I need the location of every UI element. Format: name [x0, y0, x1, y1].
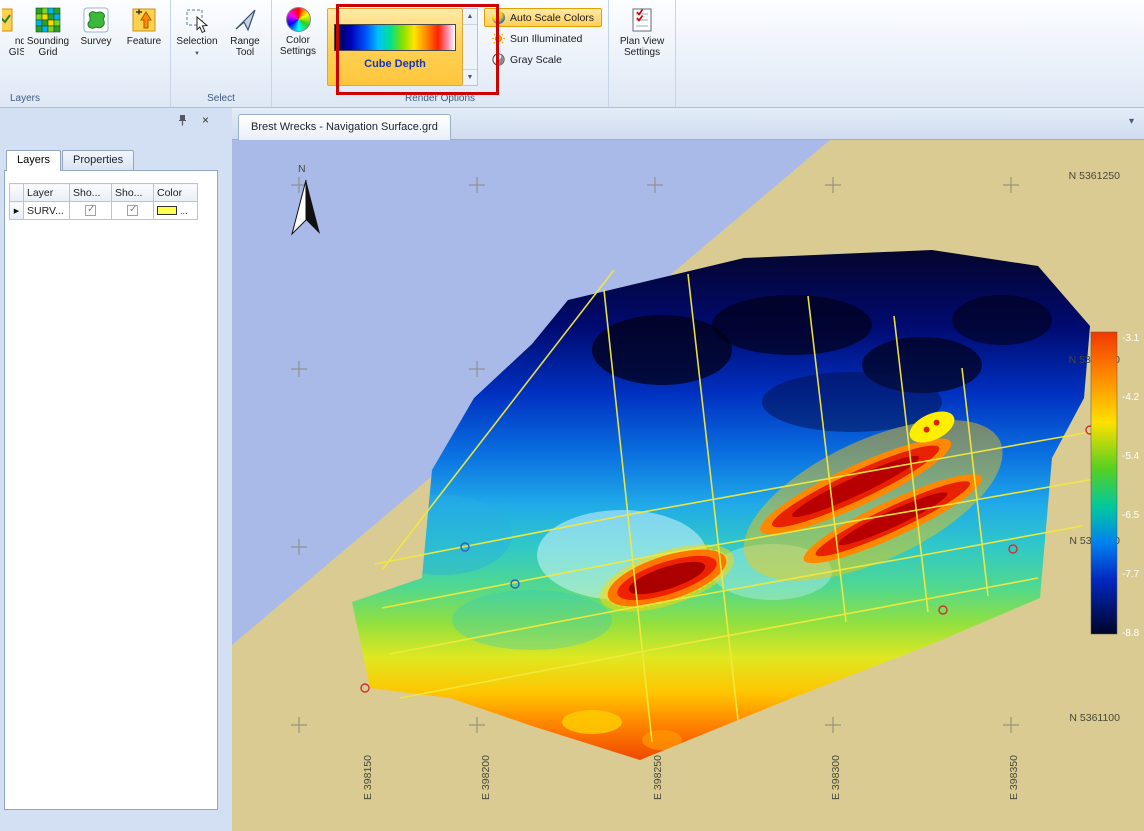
gray-scale-label: Gray Scale: [510, 54, 562, 66]
survey-label: Survey: [80, 36, 111, 47]
easting-label: E 398150: [362, 755, 374, 800]
pin-icon[interactable]: [176, 114, 189, 127]
color-settings-label: Color Settings: [274, 35, 322, 57]
layers-panel-body: Layer Sho... Sho... Color ▶ SURV... ...: [4, 170, 218, 810]
application-window: nd GIS Sounding Grid: [0, 0, 1144, 831]
tab-list-dropdown-icon[interactable]: ▾: [1129, 116, 1134, 127]
plan-view-settings-icon: [629, 7, 655, 33]
checkbox-checked[interactable]: [127, 205, 138, 216]
document-tab-bar: Brest Wrecks - Navigation Surface.grd ▾: [232, 108, 1144, 140]
layer-name-cell: SURV...: [24, 202, 70, 220]
colorbar-tick: -7.7: [1122, 569, 1140, 580]
close-icon[interactable]: ×: [199, 114, 212, 127]
colorbar-tick: -5.4: [1122, 451, 1140, 462]
header-color[interactable]: Color: [154, 184, 198, 202]
colorbar-tick: -3.1: [1122, 333, 1140, 344]
header-show-1[interactable]: Sho...: [70, 184, 112, 202]
easting-label: E 398250: [652, 755, 664, 800]
selection-button[interactable]: Selection ▼: [173, 3, 221, 89]
color-settings-button[interactable]: Color Settings: [274, 3, 322, 89]
range-tool-button[interactable]: Range Tool: [221, 3, 269, 89]
header-row-selector: [10, 184, 24, 202]
color-more-icon[interactable]: ...: [180, 206, 188, 216]
northing-label: N 5361250: [1069, 170, 1121, 182]
sounding-grid-label: Sounding Grid: [24, 36, 72, 58]
easting-label: E 398300: [830, 755, 842, 800]
gallery-scroll-down-icon[interactable]: ▼: [463, 69, 477, 85]
background-gis-label: nd GIS: [2, 36, 24, 58]
tab-layers[interactable]: Layers: [6, 150, 61, 170]
sun-icon: [492, 32, 505, 45]
layers-table: Layer Sho... Sho... Color ▶ SURV... ...: [9, 183, 198, 220]
north-arrow-label: N: [298, 163, 306, 175]
layers-dock-panel: × Layers Properties Layer Sho... Sho... …: [2, 110, 222, 810]
feature-icon: [131, 7, 157, 33]
dock-header: ×: [2, 110, 222, 130]
gray-scale-toggle[interactable]: Gray Scale: [484, 50, 602, 69]
sounding-grid-button[interactable]: Sounding Grid: [24, 3, 72, 89]
ribbon-group-select: Selection ▼ Range Tool Select: [171, 0, 272, 107]
selection-icon: [184, 7, 210, 33]
easting-label: E 398200: [480, 755, 492, 800]
palette-gradient-strip: [334, 24, 456, 51]
row-selector-icon: ▶: [10, 202, 24, 220]
color-cell[interactable]: ...: [154, 202, 198, 220]
colorbar-tick: -8.8: [1122, 628, 1140, 639]
render-toggle-column: Auto Scale Colors Sun Illum: [484, 8, 602, 69]
map-svg: N N 5361250 N 5361200 N 5361150 N 536110…: [232, 140, 1144, 831]
colorbar-tick: -6.5: [1122, 510, 1140, 521]
gallery-scroll-buttons: ▲ ▼: [463, 8, 478, 86]
survey-icon: [83, 7, 109, 33]
dock-tab-bar: Layers Properties: [6, 150, 222, 170]
background-gis-icon: [2, 7, 14, 33]
ribbon-group-plan-view: Plan View Settings: [609, 0, 676, 107]
easting-label: E 398350: [1008, 755, 1020, 800]
palette-item-cube-depth[interactable]: Cube Depth: [327, 8, 463, 86]
feature-button[interactable]: Feature: [120, 3, 168, 89]
group-label-select: Select: [171, 92, 271, 107]
map-pane: Brest Wrecks - Navigation Surface.grd ▾: [232, 108, 1144, 831]
color-wheel-icon: [286, 7, 311, 32]
document-tab[interactable]: Brest Wrecks - Navigation Surface.grd: [238, 114, 451, 140]
ribbon-group-render-options: Color Settings Cube Depth ▲ ▼ Aut: [272, 0, 609, 107]
colorbar-tick: -4.2: [1122, 392, 1140, 403]
gallery-scroll-up-icon[interactable]: ▲: [463, 9, 477, 25]
sun-illuminated-toggle[interactable]: Sun Illuminated: [484, 29, 602, 48]
northing-label: N 5361100: [1069, 712, 1120, 724]
feature-label: Feature: [127, 36, 161, 47]
plan-view-settings-label: Plan View Settings: [611, 36, 673, 58]
color-swatch[interactable]: [157, 206, 177, 215]
header-layer[interactable]: Layer: [24, 184, 70, 202]
sounding-grid-icon: [35, 7, 61, 33]
ribbon-group-layers: nd GIS Sounding Grid: [0, 0, 171, 107]
survey-button[interactable]: Survey: [72, 3, 120, 89]
show-checkbox-cell-1[interactable]: [70, 202, 112, 220]
selection-label: Selection: [176, 36, 217, 47]
show-checkbox-cell-2[interactable]: [112, 202, 154, 220]
palette-item-label: Cube Depth: [364, 58, 426, 70]
group-label-layers: Layers: [0, 92, 170, 107]
ribbon-filler: [676, 0, 1144, 107]
group-label-empty: [609, 92, 675, 107]
group-label-render-options: Render Options: [272, 92, 608, 107]
ribbon-toolbar: nd GIS Sounding Grid: [0, 0, 1144, 108]
color-palette-gallery: Cube Depth ▲ ▼: [327, 8, 478, 86]
range-tool-icon: [232, 7, 258, 33]
checkbox-checked[interactable]: [85, 205, 96, 216]
auto-scale-colors-toggle[interactable]: Auto Scale Colors: [484, 8, 602, 27]
auto-scale-colors-icon: [492, 11, 505, 24]
map-canvas[interactable]: N N 5361250 N 5361200 N 5361150 N 536110…: [232, 140, 1144, 831]
tab-properties[interactable]: Properties: [62, 150, 134, 170]
gray-scale-icon: [492, 53, 505, 66]
table-row[interactable]: ▶ SURV... ...: [10, 202, 198, 220]
background-gis-button[interactable]: nd GIS: [2, 3, 24, 89]
auto-scale-colors-label: Auto Scale Colors: [510, 12, 594, 24]
plan-view-settings-button[interactable]: Plan View Settings: [611, 3, 673, 89]
sun-illuminated-label: Sun Illuminated: [510, 33, 582, 45]
range-tool-label: Range Tool: [221, 36, 269, 58]
header-show-2[interactable]: Sho...: [112, 184, 154, 202]
layers-table-header-row: Layer Sho... Sho... Color: [10, 184, 198, 202]
selection-dropdown-icon[interactable]: ▼: [194, 51, 200, 57]
